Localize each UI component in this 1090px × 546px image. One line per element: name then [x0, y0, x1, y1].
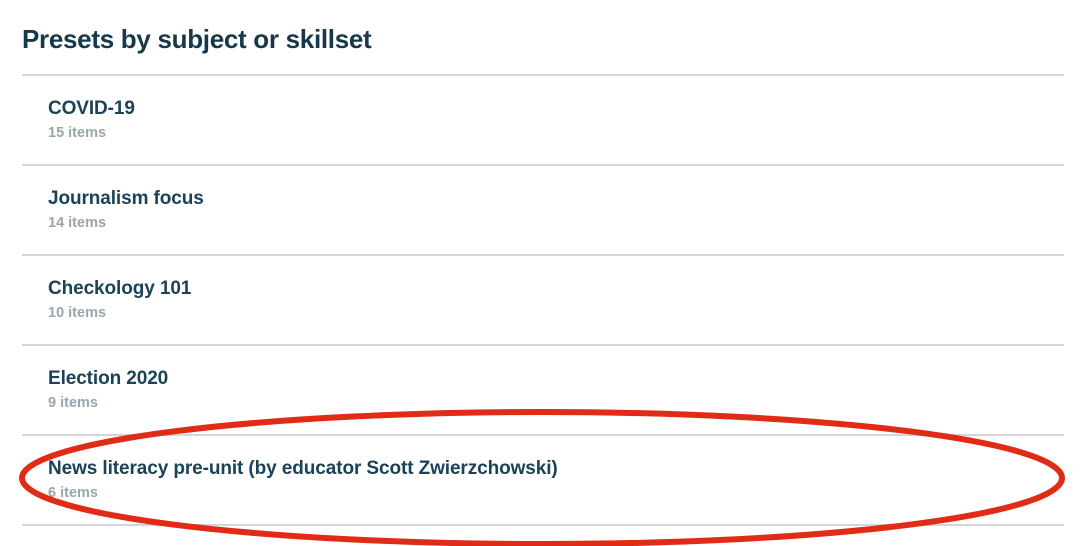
presets-panel: Presets by subject or skillset COVID-191…	[0, 0, 1090, 546]
preset-title: Journalism focus	[48, 187, 204, 211]
preset-item-count: 15 items	[48, 123, 135, 143]
preset-row-text: Journalism focus14 items	[48, 187, 204, 233]
preset-title: News literacy pre-unit (by educator Scot…	[48, 457, 558, 481]
preset-title: Checkology 101	[48, 277, 191, 301]
preset-row[interactable]: Election 20209 itemsPreviewAssign	[22, 346, 1064, 434]
preset-row-text: Checkology 10110 items	[48, 277, 191, 323]
preset-row[interactable]: COVID-1915 itemsPreviewAssign	[22, 76, 1064, 164]
preset-title: Election 2020	[48, 367, 168, 391]
preset-item-count: 6 items	[48, 483, 558, 503]
preset-row-text: COVID-1915 items	[48, 97, 135, 143]
preset-item-count: 9 items	[48, 393, 168, 413]
preset-row-text: Election 20209 items	[48, 367, 168, 413]
preset-list: COVID-1915 itemsPreviewAssignJournalism …	[22, 74, 1064, 526]
row-divider	[22, 524, 1064, 526]
preset-item-count: 10 items	[48, 303, 191, 323]
preset-item-count: 14 items	[48, 213, 204, 233]
preset-row[interactable]: News literacy pre-unit (by educator Scot…	[22, 436, 1064, 524]
preset-row[interactable]: Journalism focus14 itemsPreviewAssign	[22, 166, 1064, 254]
preset-row[interactable]: Checkology 10110 itemsPreviewAssign	[22, 256, 1064, 344]
preset-row-text: News literacy pre-unit (by educator Scot…	[48, 457, 558, 503]
preset-title: COVID-19	[48, 97, 135, 121]
page-title: Presets by subject or skillset	[22, 22, 371, 56]
